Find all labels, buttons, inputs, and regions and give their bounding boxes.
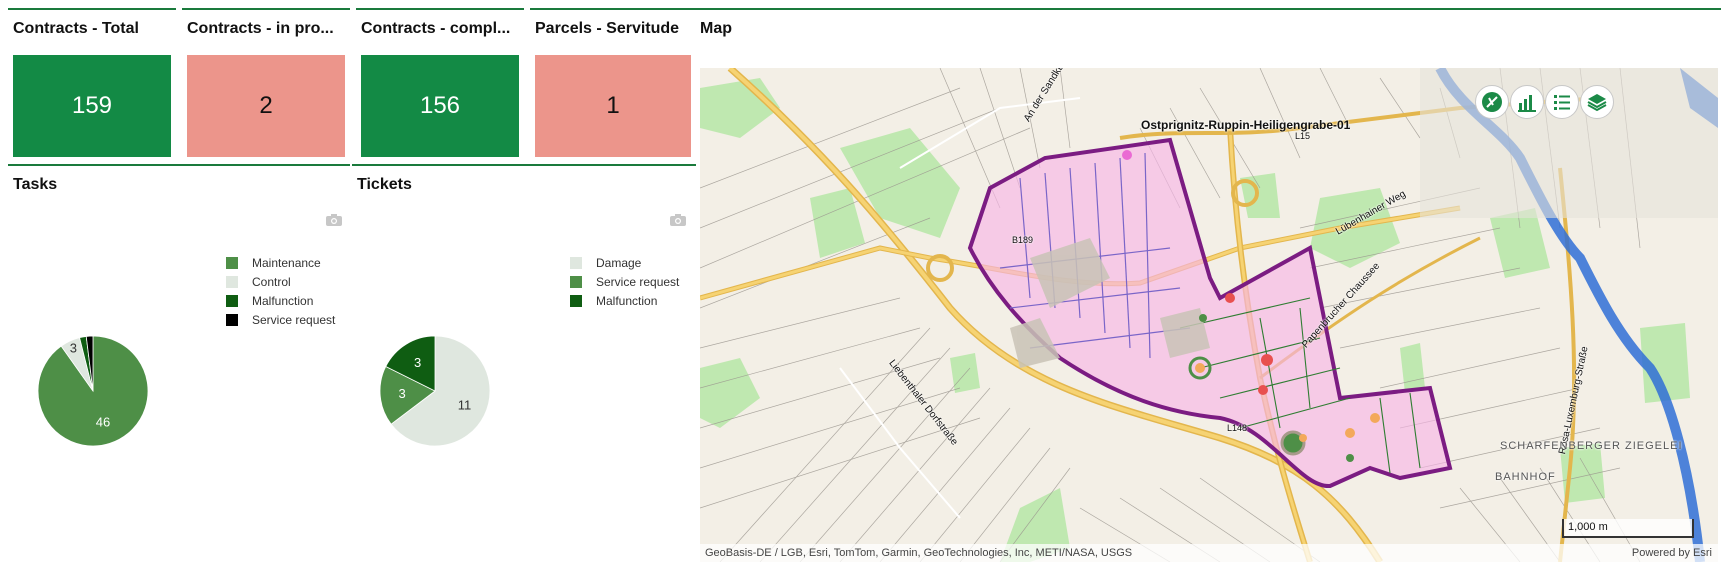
- kpi-title: Contracts - Total: [13, 20, 139, 37]
- kpi-title: Contracts - compl...: [361, 20, 511, 37]
- map-canvas[interactable]: Ostprignitz-Ruppin-Heiligengrabe-01 L15 …: [700, 68, 1718, 562]
- map-place-label: SCHARFENBERGER ZIEGELEI: [1500, 440, 1683, 452]
- map-attribution: GeoBasis-DE / LGB, Esri, TomTom, Garmin,…: [700, 544, 1718, 562]
- pie-data-label: 3: [399, 386, 406, 401]
- clear-selection-icon-button[interactable]: [1475, 85, 1509, 119]
- legend-swatch: [570, 275, 582, 288]
- legend-list-icon-button[interactable]: [1545, 85, 1579, 119]
- camera-icon[interactable]: [670, 214, 686, 226]
- kpi-panel-contracts-in-progress: Contracts - in pro... 2: [182, 8, 350, 158]
- tickets-title: Tickets: [357, 176, 412, 193]
- tickets-panel: Tickets Damage Service request Malfunction…: [352, 164, 696, 562]
- bar-chart-icon-button[interactable]: [1510, 85, 1544, 119]
- legend-label: Service request: [596, 274, 680, 289]
- legend-item[interactable]: Service request: [570, 272, 679, 291]
- legend-swatch: [570, 256, 582, 269]
- tasks-title: Tasks: [13, 176, 58, 193]
- legend-swatch: [226, 256, 238, 269]
- kpi-value-tile[interactable]: 159: [13, 55, 171, 157]
- tickets-legend: Damage Service request Malfunction: [570, 253, 679, 310]
- map-road-label: L15: [1295, 131, 1311, 141]
- pie-data-label: 46: [96, 414, 110, 429]
- map-title: Map: [700, 20, 732, 37]
- clear-selection-icon: [1482, 92, 1502, 112]
- kpi-value: 159: [71, 92, 113, 119]
- kpi-value-tile[interactable]: 156: [361, 55, 519, 157]
- map-road-label: B189: [1012, 235, 1034, 245]
- attribution-text: GeoBasis-DE / LGB, Esri, TomTom, Garmin,…: [705, 547, 1133, 559]
- legend-item[interactable]: Service request: [226, 310, 335, 329]
- kpi-value: 1: [606, 92, 620, 119]
- kpi-panel-contracts-total: Contracts - Total 159: [8, 8, 176, 158]
- map-place-label: BAHNHOF: [1495, 471, 1556, 483]
- bar-chart-icon: [1518, 95, 1536, 112]
- kpi-title: Contracts - in pro...: [187, 20, 334, 37]
- map-area-label: Ostprignitz-Ruppin-Heiligengrabe-01: [1141, 118, 1351, 132]
- legend-label: Service request: [252, 312, 336, 327]
- kpi-panel-parcels-servitude: Parcels - Servitude 1: [530, 8, 696, 158]
- legend-label: Malfunction: [252, 293, 314, 308]
- legend-swatch: [226, 313, 238, 326]
- powered-by-link[interactable]: Powered by Esri: [1632, 547, 1712, 559]
- kpi-value-tile[interactable]: 1: [535, 55, 691, 157]
- legend-label: Maintenance: [252, 255, 321, 270]
- map-basemap: [700, 68, 1718, 562]
- kpi-value: 2: [259, 92, 273, 119]
- legend-item[interactable]: Control: [226, 272, 335, 291]
- legend-item[interactable]: Malfunction: [226, 291, 335, 310]
- map-road-label: L148: [1227, 423, 1248, 433]
- scale-label: 1,000 m: [1568, 521, 1608, 533]
- pie-data-label: 11: [458, 398, 472, 413]
- legend-item[interactable]: Malfunction: [570, 291, 679, 310]
- kpi-title: Parcels - Servitude: [535, 20, 680, 37]
- map-scale-bar: 1,000 m: [1562, 519, 1694, 538]
- legend-label: Damage: [596, 255, 642, 270]
- legend-label: Malfunction: [596, 293, 658, 308]
- kpi-value: 156: [419, 92, 461, 119]
- legend-item[interactable]: Damage: [570, 253, 679, 272]
- legend-label: Control: [252, 274, 291, 289]
- legend-swatch: [226, 294, 238, 307]
- legend-item[interactable]: Maintenance: [226, 253, 335, 272]
- pie-data-label: 3: [70, 340, 77, 355]
- tasks-legend: Maintenance Control Malfunction Service req…: [226, 253, 335, 329]
- camera-icon[interactable]: [326, 214, 342, 226]
- tasks-pie-chart: 46 3: [37, 335, 149, 447]
- legend-swatch: [226, 275, 238, 288]
- kpi-value-tile[interactable]: 2: [187, 55, 345, 157]
- layers-icon: [1587, 94, 1607, 112]
- legend-list-icon: [1554, 95, 1570, 110]
- layers-icon-button[interactable]: [1580, 85, 1614, 119]
- tasks-panel: Tasks Maintenance Control Malfunction Servi…: [8, 164, 350, 562]
- tickets-pie-chart: 11 3 3: [379, 335, 491, 447]
- pie-data-label: 3: [414, 355, 421, 370]
- legend-swatch: [570, 294, 582, 307]
- kpi-panel-contracts-completed: Contracts - compl... 156: [356, 8, 524, 158]
